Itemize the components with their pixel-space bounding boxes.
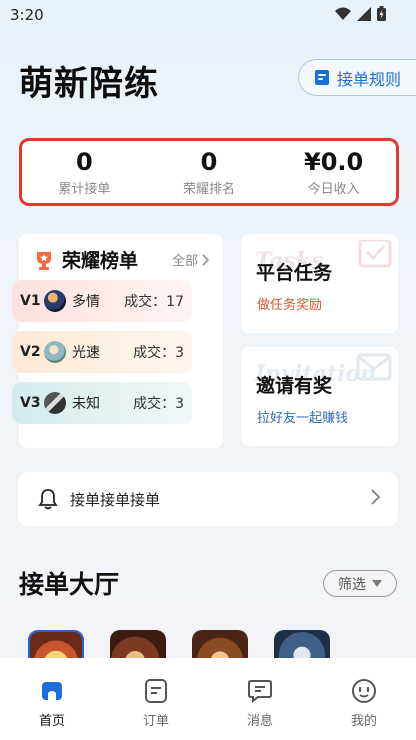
avatar (44, 341, 66, 363)
status-time: 3:20 (10, 6, 44, 24)
chevron-right-icon (371, 489, 380, 505)
task-title: 平台任务 (256, 262, 333, 284)
stat-rank: 0 荣耀排名 (149, 148, 269, 197)
tab-orders[interactable]: 订单 (121, 678, 191, 740)
hall-title: 接单大厅 (19, 570, 120, 599)
stat-value: 0 (200, 147, 218, 176)
wifi-icon (335, 7, 351, 20)
notice-bar[interactable]: 接单接单接单 (18, 472, 398, 526)
tab-label: 我的 (350, 714, 377, 729)
tab-label: 消息 (246, 714, 273, 729)
invite-subtitle: 拉好友一起赚钱 (257, 411, 349, 426)
ranking-all-link[interactable]: 全部 (172, 250, 209, 269)
rank-name: 光速 (72, 345, 100, 361)
signal-icon (357, 6, 371, 21)
rank-level: V3 (20, 395, 41, 411)
tab-home[interactable]: 首页 (17, 678, 87, 740)
rank-deal: 成交：3 (133, 345, 184, 361)
stats-card: 0 累计接单 0 荣耀排名 ¥0.0 今日收入 (19, 138, 399, 206)
stat-label: 今日收入 (307, 181, 360, 197)
tab-profile[interactable]: 我的 (329, 678, 399, 740)
ranking-header: 荣耀榜单 (33, 246, 138, 273)
battery-icon (377, 6, 386, 21)
ranking-row[interactable]: V2 光速 成交：3 (12, 331, 192, 373)
stat-today-income: ¥0.0 今日收入 (274, 148, 394, 197)
rank-level: V1 (20, 293, 41, 309)
stat-value: 0 (75, 147, 93, 176)
filter-label: 筛选 (338, 576, 366, 593)
stat-total-orders: 0 累计接单 (24, 148, 144, 197)
chevron-right-icon (202, 253, 209, 266)
avatar (44, 290, 66, 312)
status-icons (335, 6, 386, 21)
caret-down-icon (372, 580, 382, 587)
filter-button[interactable]: 筛选 (323, 570, 397, 597)
rules-button-label: 接单规则 (337, 69, 402, 89)
trophy-icon (37, 251, 51, 270)
order-icon (145, 679, 167, 703)
tab-messages[interactable]: 消息 (225, 678, 295, 740)
invite-card[interactable]: Invitation 邀请有奖 拉好友一起赚钱 (241, 347, 398, 446)
document-icon (315, 70, 329, 85)
ranking-all-label: 全部 (171, 254, 198, 269)
task-subtitle: 做任务奖励 (257, 298, 323, 313)
rank-name: 未知 (72, 396, 100, 412)
notice-text: 接单接单接单 (70, 490, 161, 509)
stat-value: ¥0.0 (304, 147, 364, 176)
tab-label: 首页 (38, 714, 65, 729)
checklist-icon (358, 240, 392, 268)
ranking-title: 荣耀榜单 (62, 250, 139, 272)
bell-icon (38, 489, 58, 510)
rules-button[interactable]: 接单规则 (298, 59, 416, 96)
avatar (44, 392, 66, 414)
platform-task-card[interactable]: Tasks 平台任务 做任务奖励 (241, 234, 398, 333)
rank-deal: 成交：17 (124, 294, 184, 310)
status-bar: 3:20 (0, 0, 416, 30)
envelope-icon (356, 353, 392, 381)
tab-label: 订单 (142, 714, 169, 729)
message-icon (248, 680, 272, 704)
rank-level: V2 (20, 344, 41, 360)
page-title: 萌新陪练 (19, 64, 159, 104)
tab-bar: 首页 订单 消息 我的 (0, 658, 416, 740)
rank-deal: 成交：3 (133, 396, 184, 412)
home-icon (42, 682, 62, 700)
ranking-row[interactable]: V3 未知 成交：3 (12, 382, 192, 424)
stat-label: 累计接单 (58, 181, 111, 197)
stat-label: 荣耀排名 (182, 181, 235, 197)
rank-name: 多情 (72, 294, 100, 310)
invite-title: 邀请有奖 (256, 375, 333, 397)
profile-icon (352, 679, 376, 703)
ranking-row[interactable]: V1 多情 成交：17 (12, 280, 192, 322)
